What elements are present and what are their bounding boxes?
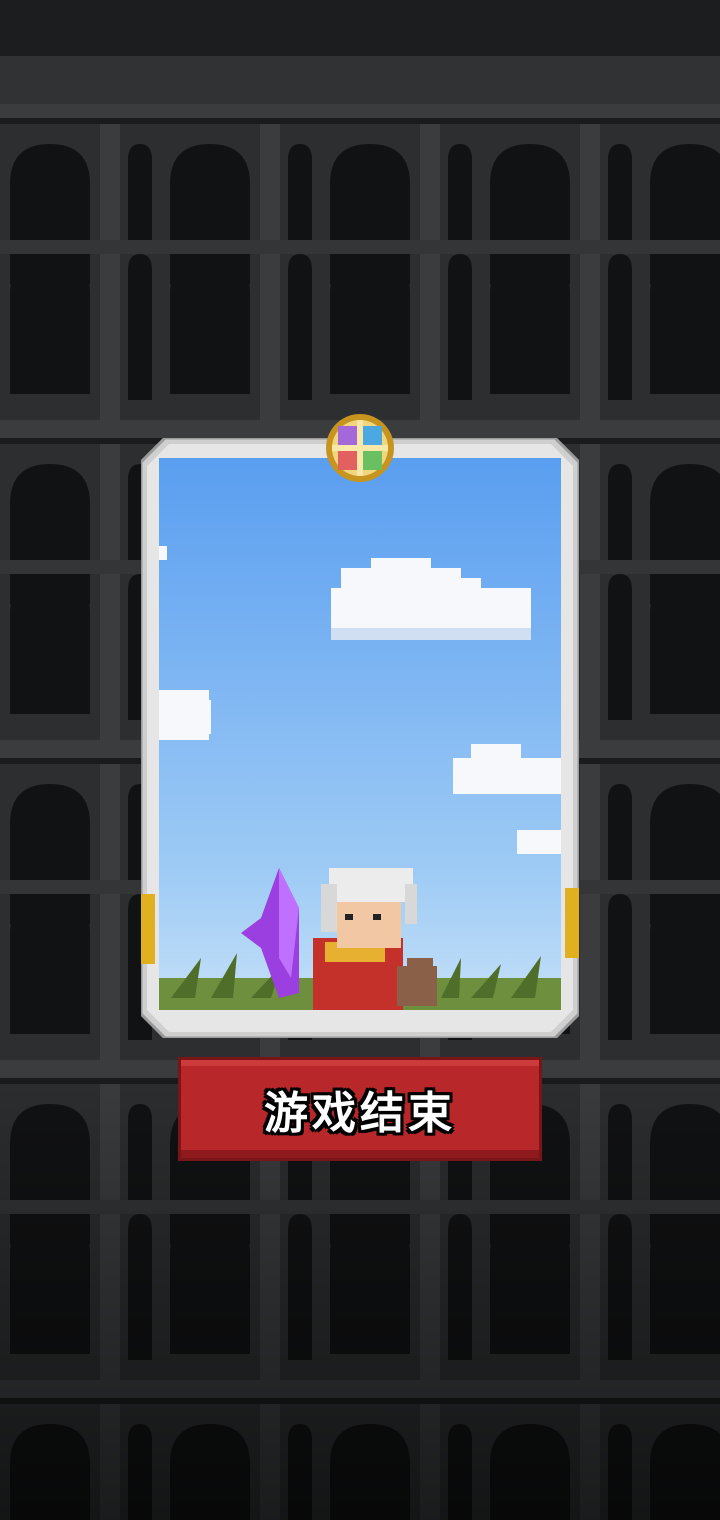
game-over-button[interactable]: 游戏结束 <box>181 1060 539 1158</box>
game-screen: 游戏结束 <box>0 0 720 1520</box>
four-color-cross-emblem-icon <box>326 414 394 482</box>
game-over-label: 游戏结束 <box>264 1088 456 1139</box>
cloud-2 <box>159 690 211 740</box>
cloud-4 <box>517 830 561 854</box>
character-card <box>141 438 579 1038</box>
